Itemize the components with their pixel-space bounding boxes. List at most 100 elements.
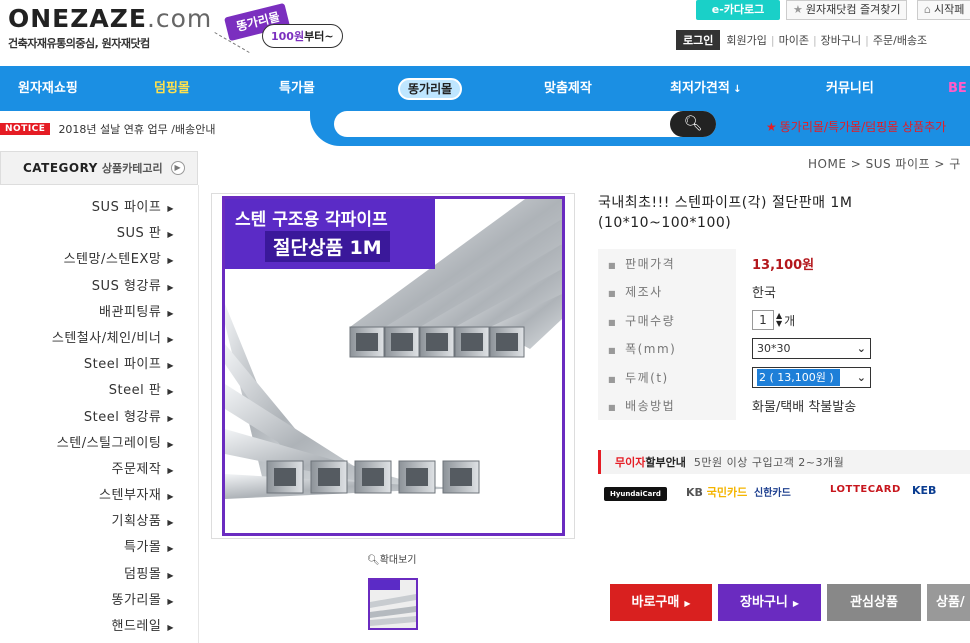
category-label: 특가몰 [123, 540, 162, 556]
product-qa-button[interactable]: 상품/ [927, 584, 970, 621]
promo-announcement-text: 똥가리몰/특가몰/덤핑몰 상품추가 [779, 120, 947, 134]
category-item[interactable]: 스텐망/스텐EX망 ▶ [0, 247, 174, 273]
maker-value: 한국 [752, 286, 776, 302]
logo-domain: .com [146, 4, 213, 33]
search-button[interactable]: 🔍︎ [670, 111, 716, 137]
nav-ddonggari-mall[interactable]: 똥가리몰 [398, 78, 463, 100]
category-item[interactable]: 스텐철사/체인/비너 ▶ [0, 326, 174, 352]
category-label: 덤핑몰 [123, 566, 162, 582]
category-item[interactable]: 배관피팅류 ▶ [0, 300, 174, 326]
caret-right-icon: ▶ [167, 465, 174, 475]
join-link[interactable]: 회원가입 [726, 32, 766, 48]
category-label: 스텐망/스텐EX망 [63, 252, 162, 268]
nav-dumping-mall[interactable]: 덤핑몰 [154, 66, 190, 111]
bookmark-button[interactable]: ★ 원자재닷컴 즐겨찾기 [786, 0, 908, 20]
thickness-selected: 2 ( 13,100원 ) [757, 368, 840, 386]
add-to-cart-button[interactable]: 장바구니 ▶ [718, 584, 821, 621]
search-input[interactable] [334, 111, 716, 137]
category-item[interactable]: Steel 형강류 ▶ [0, 405, 174, 431]
breadcrumb: HOME > SUS 파이프 > 구 [808, 157, 961, 171]
category-label: 주문제작 [111, 461, 162, 477]
zoom-button[interactable]: 🔍︎확대보기 [367, 551, 417, 566]
category-label: SUS 판 [116, 226, 162, 242]
category-item[interactable]: 덤핑몰 ▶ [0, 562, 174, 588]
thumbnail-illustration [370, 580, 416, 626]
category-label: 똥가리몰 [111, 592, 162, 608]
star-icon: ★ [793, 3, 803, 16]
maker-row: ■ 제조사 한국 [598, 277, 970, 306]
set-homepage-button[interactable]: ⌂ 시작페 [917, 0, 970, 20]
installment-bold-label: 할부안내 [645, 456, 686, 469]
logo-tagline: 건축자재유통의중심, 원자재닷컴 [8, 37, 150, 50]
ddonggari-promo-tag[interactable]: 똥가리몰 100원부터~ [212, 2, 362, 58]
category-header[interactable]: CATEGORY 상품카테고리 ▶ [0, 151, 198, 185]
category-subtitle: 상품카테고리 [101, 162, 163, 175]
category-item[interactable]: 스텐부자재 ▶ [0, 483, 174, 509]
product-thumbnail[interactable] [368, 578, 418, 630]
site-logo[interactable]: ONEZAZE.com 건축자재유통의중심, 원자재닷컴 [8, 4, 212, 51]
category-label: Steel 형강류 [83, 409, 162, 425]
category-item[interactable]: Steel 판 ▶ [0, 378, 174, 404]
width-select[interactable]: 30*30 ⌄ [752, 338, 871, 360]
caret-right-icon: ▶ [167, 439, 174, 449]
product-image[interactable]: 스텐 구조용 각파이프 절단상품 1M [222, 196, 565, 536]
image-banner: 스텐 구조용 각파이프 절단상품 1M [225, 199, 435, 269]
promo-announcement[interactable]: ★ 똥가리몰/특가몰/덤핑몰 상품추가 [766, 118, 946, 135]
buy-now-label: 바로구매 [631, 595, 680, 610]
category-label: 배관피팅류 [99, 304, 162, 320]
image-banner-line2: 절단상품 1M [265, 231, 390, 262]
mypage-link[interactable]: 마이존 [779, 32, 809, 48]
shipping-value: 화물/택배 착불발송 [752, 400, 857, 416]
login-button[interactable]: 로그인 [676, 30, 721, 50]
caret-right-icon: ▶ [167, 518, 174, 528]
quantity-input[interactable]: 1 [752, 310, 774, 331]
divider: | [865, 33, 869, 47]
thickness-select[interactable]: 2 ( 13,100원 ) ⌄ [752, 366, 871, 388]
maker-label-text: 제조사 [625, 285, 663, 300]
card-logos: HyundaiCard KB 국민카드 신한카드 LOTTECARD KEB [598, 484, 970, 508]
caret-right-icon: ▶ [167, 570, 174, 580]
category-item[interactable]: Steel 파이프 ▶ [0, 352, 174, 378]
chevron-right-icon: ▶ [792, 599, 799, 608]
category-item[interactable]: 기획상품 ▶ [0, 509, 174, 535]
hyundai-card-logo: HyundaiCard [604, 487, 667, 501]
category-item[interactable]: 스텐/스틸그레이팅 ▶ [0, 431, 174, 457]
home-icon: ⌂ [924, 3, 931, 16]
category-item[interactable]: 주문제작 ▶ [0, 457, 174, 483]
buy-now-button[interactable]: 바로구매 ▶ [610, 584, 712, 621]
category-item[interactable]: SUS 판 ▶ [0, 221, 174, 247]
category-item[interactable]: 핸드레일 ▶ [0, 614, 174, 640]
category-item[interactable]: SUS 파이프 ▶ [0, 195, 174, 221]
quantity-stepper[interactable]: ▲ ▼ [776, 312, 782, 328]
down-arrow-icon[interactable]: ▼ [776, 319, 782, 328]
kb-card-logo: KB 국민카드 [686, 484, 747, 500]
logo-text: ONEZAZE [8, 4, 147, 33]
cart-link[interactable]: 장바구니 [821, 32, 861, 48]
nav-lowest-quote[interactable]: 최저가견적 ↓ [670, 66, 742, 111]
category-item[interactable]: SUS 형강류 ▶ [0, 274, 174, 300]
order-link[interactable]: 주문/배송조 [873, 32, 927, 48]
nav-community[interactable]: 커뮤니티 [826, 66, 874, 111]
thickness-row: ■ 두께(t) 2 ( 13,100원 ) ⌄ [598, 363, 970, 392]
ecatalog-button[interactable]: e-카다로그 [696, 0, 780, 20]
wishlist-button[interactable]: 관심상품 [827, 584, 921, 621]
width-label: ■ 폭(mm) [608, 340, 676, 357]
nav-special-mall[interactable]: 특가몰 [279, 66, 315, 111]
kb-card-mark: 국민카드 [706, 486, 748, 499]
caret-right-icon: ▶ [167, 361, 174, 371]
chevron-right-icon: ▶ [684, 599, 691, 608]
caret-right-icon: ▶ [167, 492, 174, 502]
price-label-cell: ■ 판매가격 [598, 249, 736, 278]
installment-red-label: 무이자 [615, 456, 646, 469]
notice-bar[interactable]: NOTICE 2018년 설날 연휴 업무 /배송안내 [0, 121, 215, 137]
width-label-cell: ■ 폭(mm) [598, 334, 736, 363]
divider: | [770, 33, 775, 47]
category-item[interactable]: 특가몰 ▶ [0, 535, 174, 561]
category-label: 핸드레일 [111, 619, 162, 634]
nav-best[interactable]: BE [948, 66, 967, 111]
logo-wordmark: ONEZAZE.com [8, 4, 212, 33]
nav-custom-order[interactable]: 맞춤제작 [544, 66, 592, 111]
maker-label-cell: ■ 제조사 [598, 277, 736, 306]
nav-raw-materials[interactable]: 원자재쇼핑 [18, 66, 78, 111]
category-item[interactable]: 똥가리몰 ▶ [0, 588, 174, 614]
